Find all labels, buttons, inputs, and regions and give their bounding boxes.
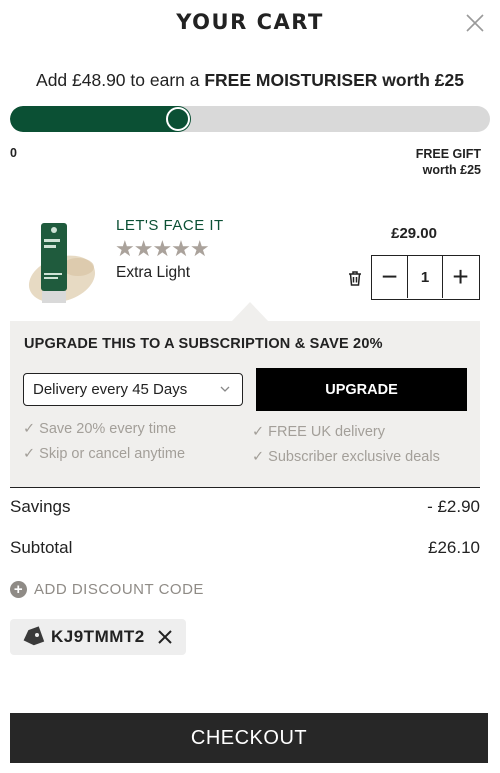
progress-end-label: FREE GIFT worth £25 xyxy=(416,146,481,178)
subtotal-row: Subtotal £26.10 xyxy=(10,538,480,558)
product-price: £29.00 xyxy=(391,225,437,242)
delivery-frequency-value: Delivery every 45 Days xyxy=(33,381,188,398)
upgrade-button[interactable]: UPGRADE xyxy=(256,368,467,411)
subscription-title: UPGRADE THIS TO A SUBSCRIPTION & SAVE 20… xyxy=(24,336,383,352)
delivery-frequency-select[interactable]: Delivery every 45 Days xyxy=(23,373,243,406)
add-discount-code-label: ADD DISCOUNT CODE xyxy=(34,581,204,598)
benefit-item: ✓ Save 20% every time xyxy=(23,421,177,437)
cart-title: YOUR CART xyxy=(176,10,324,34)
add-discount-code-link[interactable]: + ADD DISCOUNT CODE xyxy=(10,581,204,598)
applied-discount-chip: KJ9TMMT2 xyxy=(10,619,186,655)
progress-end-label-line2: worth £25 xyxy=(422,163,481,177)
savings-label: Savings xyxy=(10,497,71,516)
increase-quantity-button[interactable]: + xyxy=(443,256,478,298)
plus-circle-icon: + xyxy=(10,581,27,598)
applied-discount-code: KJ9TMMT2 xyxy=(51,627,145,646)
subtotal-label: Subtotal xyxy=(10,538,73,557)
progress-end-label-line1: FREE GIFT xyxy=(415,147,481,161)
subscription-upsell-panel: UPGRADE THIS TO A SUBSCRIPTION & SAVE 20… xyxy=(10,321,480,488)
savings-row: Savings - £2.90 xyxy=(10,497,480,517)
decrease-quantity-button[interactable]: − xyxy=(372,256,407,298)
panel-pointer xyxy=(231,302,269,322)
checkout-button[interactable]: CHECKOUT xyxy=(10,713,488,763)
progress-start-label: 0 xyxy=(10,146,17,160)
benefit-item: ✓ Skip or cancel anytime xyxy=(23,446,186,462)
product-image[interactable] xyxy=(20,217,100,309)
gift-progress-bar xyxy=(10,106,490,132)
tag-icon xyxy=(23,626,45,646)
trash-icon[interactable] xyxy=(345,268,365,288)
product-brand[interactable]: LET'S FACE IT xyxy=(116,217,224,234)
progress-knob xyxy=(166,107,190,131)
cart-header: YOUR CART xyxy=(0,0,500,48)
savings-value: - £2.90 xyxy=(427,497,480,516)
quantity-value[interactable]: 1 xyxy=(407,256,443,298)
chevron-down-icon xyxy=(220,386,230,392)
promo-text: Add £48.90 to earn a xyxy=(36,70,205,90)
subtotal-value: £26.10 xyxy=(428,538,480,557)
quantity-stepper: − 1 + xyxy=(371,255,480,300)
benefit-item: ✓ Subscriber exclusive deals xyxy=(252,449,440,465)
close-icon[interactable] xyxy=(464,12,486,34)
rating-stars-icon: ★★★★★ xyxy=(115,236,210,261)
product-variant: Extra Light xyxy=(116,264,191,281)
free-gift-promo: Add £48.90 to earn a FREE MOISTURISER wo… xyxy=(0,70,500,91)
benefit-item: ✓ FREE UK delivery xyxy=(252,424,386,440)
promo-highlight: FREE MOISTURISER worth £25 xyxy=(204,70,464,90)
progress-fill xyxy=(10,106,178,132)
remove-discount-icon[interactable] xyxy=(156,628,174,646)
